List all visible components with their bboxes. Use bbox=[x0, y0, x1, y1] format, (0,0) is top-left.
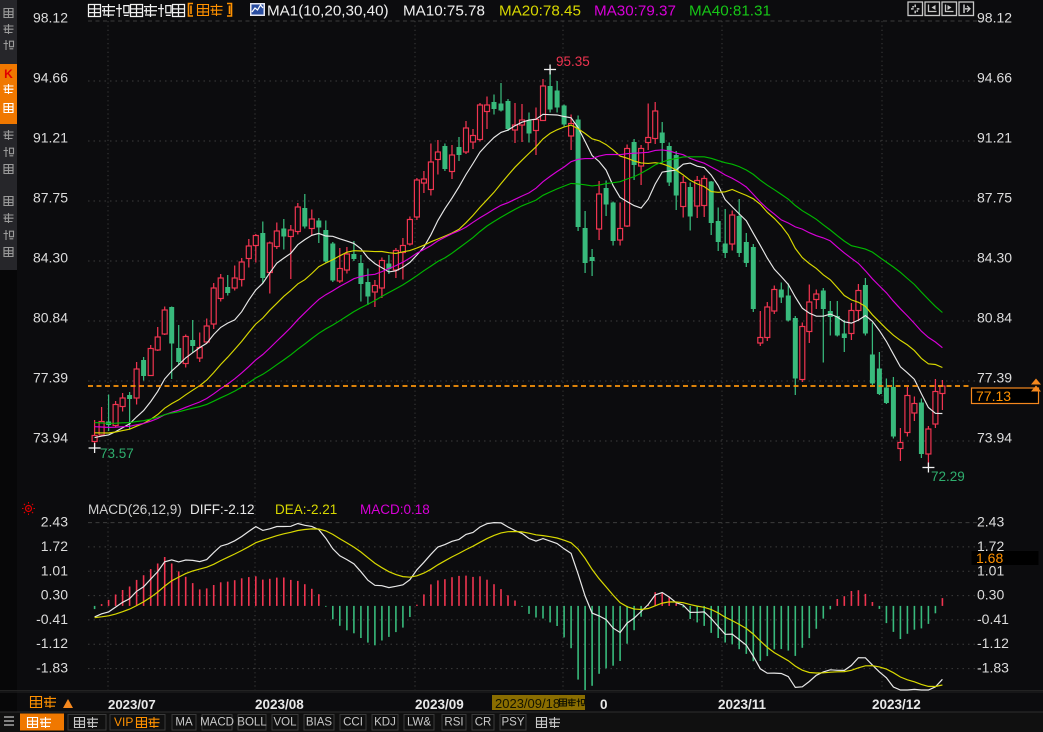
svg-text:KDJ: KDJ bbox=[374, 717, 396, 729]
svg-text:73.57: 73.57 bbox=[100, 446, 134, 461]
svg-text:-0.41: -0.41 bbox=[36, 611, 68, 627]
svg-text:2023/09: 2023/09 bbox=[415, 697, 464, 712]
svg-text:BOLL: BOLL bbox=[237, 717, 267, 729]
svg-text:1.68: 1.68 bbox=[976, 550, 1003, 566]
svg-text:K: K bbox=[4, 67, 13, 81]
svg-text:MA40:81.31: MA40:81.31 bbox=[689, 3, 771, 20]
svg-text:73.94: 73.94 bbox=[977, 430, 1012, 446]
svg-text:72.29: 72.29 bbox=[931, 469, 965, 484]
svg-text:LW&: LW& bbox=[407, 717, 431, 729]
svg-text:87.75: 87.75 bbox=[977, 190, 1012, 206]
svg-text:77.39: 77.39 bbox=[33, 370, 68, 386]
svg-text:0: 0 bbox=[600, 697, 608, 712]
svg-text:84.30: 84.30 bbox=[33, 250, 68, 266]
svg-text:-1.83: -1.83 bbox=[36, 660, 68, 676]
svg-text:CCI: CCI bbox=[343, 717, 363, 729]
svg-text:0.30: 0.30 bbox=[977, 587, 1004, 603]
svg-text:VIP: VIP bbox=[114, 715, 133, 729]
svg-text:84.30: 84.30 bbox=[977, 250, 1012, 266]
svg-text:98.12: 98.12 bbox=[977, 10, 1012, 26]
svg-text:MA20:78.45: MA20:78.45 bbox=[499, 3, 581, 20]
svg-text:RSI: RSI bbox=[444, 717, 463, 729]
svg-text:2023/11: 2023/11 bbox=[718, 697, 767, 712]
svg-text:VOL: VOL bbox=[273, 717, 297, 729]
svg-text:80.84: 80.84 bbox=[977, 310, 1012, 326]
svg-text:2.43: 2.43 bbox=[41, 514, 68, 530]
svg-text:MA30:79.37: MA30:79.37 bbox=[594, 3, 676, 20]
svg-text:-1.12: -1.12 bbox=[36, 635, 68, 651]
svg-text:BIAS: BIAS bbox=[306, 717, 333, 729]
svg-text:1.72: 1.72 bbox=[41, 538, 68, 554]
svg-text:91.21: 91.21 bbox=[977, 130, 1012, 146]
svg-text:2023/12: 2023/12 bbox=[872, 697, 921, 712]
svg-text:0.30: 0.30 bbox=[41, 587, 68, 603]
svg-text:98.12: 98.12 bbox=[33, 10, 68, 26]
svg-text:94.66: 94.66 bbox=[33, 70, 68, 86]
svg-text:MACD:0.18: MACD:0.18 bbox=[360, 502, 430, 517]
svg-text:MACD: MACD bbox=[200, 717, 234, 729]
svg-text:95.35: 95.35 bbox=[556, 54, 590, 69]
svg-text:80.84: 80.84 bbox=[33, 310, 68, 326]
svg-text:94.66: 94.66 bbox=[977, 70, 1012, 86]
svg-text:77.13: 77.13 bbox=[976, 388, 1011, 404]
svg-text:2.43: 2.43 bbox=[977, 514, 1004, 530]
svg-text:MA10:75.78: MA10:75.78 bbox=[403, 3, 485, 20]
svg-text:-1.12: -1.12 bbox=[977, 635, 1009, 651]
svg-text:2023/07: 2023/07 bbox=[108, 697, 156, 712]
svg-text:1.01: 1.01 bbox=[41, 562, 68, 578]
svg-text:91.21: 91.21 bbox=[33, 130, 68, 146]
svg-text:-0.41: -0.41 bbox=[977, 611, 1009, 627]
svg-text:87.75: 87.75 bbox=[33, 190, 68, 206]
svg-text:73.94: 73.94 bbox=[33, 430, 68, 446]
svg-text:MA1(10,20,30,40): MA1(10,20,30,40) bbox=[267, 3, 389, 20]
svg-text:MA: MA bbox=[175, 717, 193, 729]
svg-text:CR: CR bbox=[475, 717, 492, 729]
svg-text:2023/09/18: 2023/09/18 bbox=[495, 696, 560, 711]
svg-text:DIFF:-2.12: DIFF:-2.12 bbox=[190, 502, 255, 517]
svg-text:MACD(26,12,9): MACD(26,12,9) bbox=[88, 502, 182, 517]
svg-text:-1.83: -1.83 bbox=[977, 660, 1009, 676]
svg-text:2023/08: 2023/08 bbox=[255, 697, 304, 712]
svg-text:77.39: 77.39 bbox=[977, 370, 1012, 386]
svg-text:PSY: PSY bbox=[501, 717, 524, 729]
svg-text:DEA:-2.21: DEA:-2.21 bbox=[275, 502, 337, 517]
